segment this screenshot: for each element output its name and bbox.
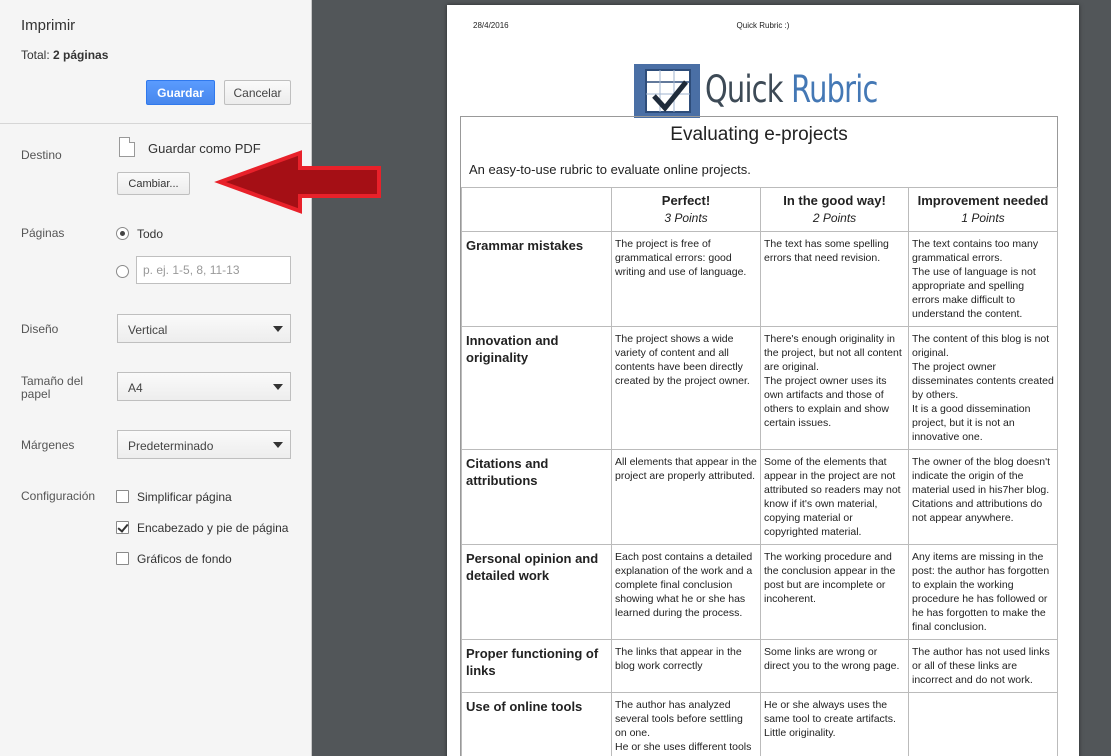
descriptor-cell: The author has not used links or all of … (908, 639, 1058, 693)
print-header: Imprimir Total: 2 páginas Guardar Cancel… (0, 0, 311, 124)
levels-header-row: Perfect! 3 Points In the good way! 2 Point… (461, 187, 1058, 232)
rubric-table: Evaluating e-projects An easy-to-use rub… (460, 116, 1058, 756)
level-name: Perfect! (661, 193, 711, 208)
chevron-down-icon (273, 384, 283, 390)
cancel-button[interactable]: Cancelar (224, 80, 291, 105)
descriptor-cell: The author has analyzed several tools be… (611, 692, 761, 756)
level-header: In the good way! 2 Points (760, 187, 909, 232)
print-title: Imprimir (21, 17, 76, 34)
simplify-page-label: Simplificar página (137, 490, 232, 504)
logo-text: Quick Rubric (705, 68, 878, 111)
table-row: Proper functioning of links The links tha… (461, 639, 1058, 693)
rubric-description: An easy-to-use rubric to evaluate online… (469, 162, 751, 177)
table-row: Personal opinion and detailed work Each p… (461, 544, 1058, 640)
headers-footers-label: Encabezado y pie de página (137, 521, 289, 535)
rubric-body: Grammar mistakes The project is free of g… (461, 231, 1058, 756)
descriptor-cell: The text contains too many grammatical e… (908, 231, 1058, 327)
paper-size-select[interactable]: A4 (117, 372, 291, 401)
corner-cell (461, 187, 612, 232)
pages-all-radio[interactable] (116, 227, 129, 240)
level-points: 3 Points (664, 211, 708, 225)
headers-footers-checkbox[interactable] (116, 521, 129, 534)
logo-word-quick: Quick (705, 68, 783, 111)
paper-size-value: A4 (128, 381, 143, 395)
descriptor-cell: Some links are wrong or direct you to th… (760, 639, 909, 693)
print-preview-page: 28/4/2016 Quick Rubric :) Quick Rubric E… (447, 5, 1079, 756)
pages-label: Páginas (21, 226, 65, 240)
criterion-cell: Innovation and originality (461, 326, 612, 450)
level-name: Improvement needed (917, 193, 1049, 208)
simplify-page-checkbox[interactable] (116, 490, 129, 503)
level-name: In the good way! (783, 193, 886, 208)
criterion-cell: Grammar mistakes (461, 231, 612, 327)
red-arrow-annotation (214, 150, 381, 214)
descriptor-cell: All elements that appear in the project … (611, 449, 761, 545)
descriptor-cell: The links that appear in the blog work c… (611, 639, 761, 693)
chevron-down-icon (273, 442, 283, 448)
margins-value: Predeterminado (128, 439, 214, 453)
rubric-grid: Perfect! 3 Points In the good way! 2 Point… (461, 187, 1058, 756)
rubric-checkbox-icon (634, 64, 700, 118)
logo-word-rubric: Rubric (791, 68, 878, 111)
save-button[interactable]: Guardar (146, 80, 215, 105)
layout-value: Vertical (128, 323, 168, 337)
descriptor-cell: There's enough originality in the projec… (760, 326, 909, 450)
descriptor-cell: The project shows a wide variety of cont… (611, 326, 761, 450)
descriptor-cell: Some of the elements that appear in the … (760, 449, 909, 545)
level-points: 1 Points (961, 211, 1005, 225)
chevron-down-icon (273, 326, 283, 332)
descriptor-cell: The project is free of grammatical error… (611, 231, 761, 327)
quick-rubric-logo: Quick Rubric (634, 64, 886, 118)
change-destination-button[interactable]: Cambiar... (117, 172, 190, 195)
rubric-title: Evaluating e-projects (670, 124, 848, 145)
background-graphics-label: Gráficos de fondo (137, 552, 232, 566)
total-label: Total: (21, 48, 54, 62)
table-row: Citations and attributions All elements t… (461, 449, 1058, 545)
level-header: Perfect! 3 Points (611, 187, 761, 232)
level-points: 2 Points (812, 211, 857, 225)
descriptor-cell: The content of this blog is not original… (908, 326, 1058, 450)
descriptor-cell: Each post contains a detailed explanatio… (611, 544, 761, 640)
descriptor-cell: Any items are missing in the post: the a… (908, 544, 1058, 640)
pages-range-radio[interactable] (116, 265, 129, 278)
arrow-shape (214, 150, 381, 214)
pdf-document-icon (119, 137, 135, 157)
table-row: Innovation and originality The project sh… (461, 326, 1058, 450)
descriptor-cell: He or she always uses the same tool to c… (760, 692, 909, 756)
table-row: Use of online tools The author has analyz… (461, 692, 1058, 756)
options-label: Configuración (21, 489, 96, 503)
descriptor-cell: The owner of the blog doesn't indicate t… (908, 449, 1058, 545)
descriptor-cell (908, 692, 1058, 756)
margins-label: Márgenes (21, 438, 75, 452)
layout-select[interactable]: Vertical (117, 314, 291, 343)
table-row: Grammar mistakes The project is free of g… (461, 231, 1058, 327)
criterion-cell: Citations and attributions (461, 449, 612, 545)
print-settings-panel: Imprimir Total: 2 páginas Guardar Cancel… (0, 0, 312, 756)
total-pages: Total: 2 páginas (21, 48, 108, 62)
destination-label: Destino (21, 148, 62, 162)
total-value: 2 páginas (53, 48, 109, 62)
paper-size-label: Tamaño del papel (21, 374, 84, 401)
level-header: Improvement needed 1 Points (908, 187, 1058, 232)
criterion-cell: Personal opinion and detailed work (461, 544, 612, 640)
page-range-input[interactable] (136, 256, 291, 284)
criterion-cell: Proper functioning of links (461, 639, 612, 693)
background-graphics-checkbox[interactable] (116, 552, 129, 565)
page-header-title: Quick Rubric :) (736, 21, 790, 30)
descriptor-cell: The text has some spelling errors that n… (760, 231, 909, 327)
layout-label: Diseño (21, 322, 59, 336)
pages-all-label: Todo (137, 227, 164, 241)
descriptor-cell: The working procedure and the conclusion… (760, 544, 909, 640)
margins-select[interactable]: Predeterminado (117, 430, 291, 459)
criterion-cell: Use of online tools (461, 692, 612, 756)
